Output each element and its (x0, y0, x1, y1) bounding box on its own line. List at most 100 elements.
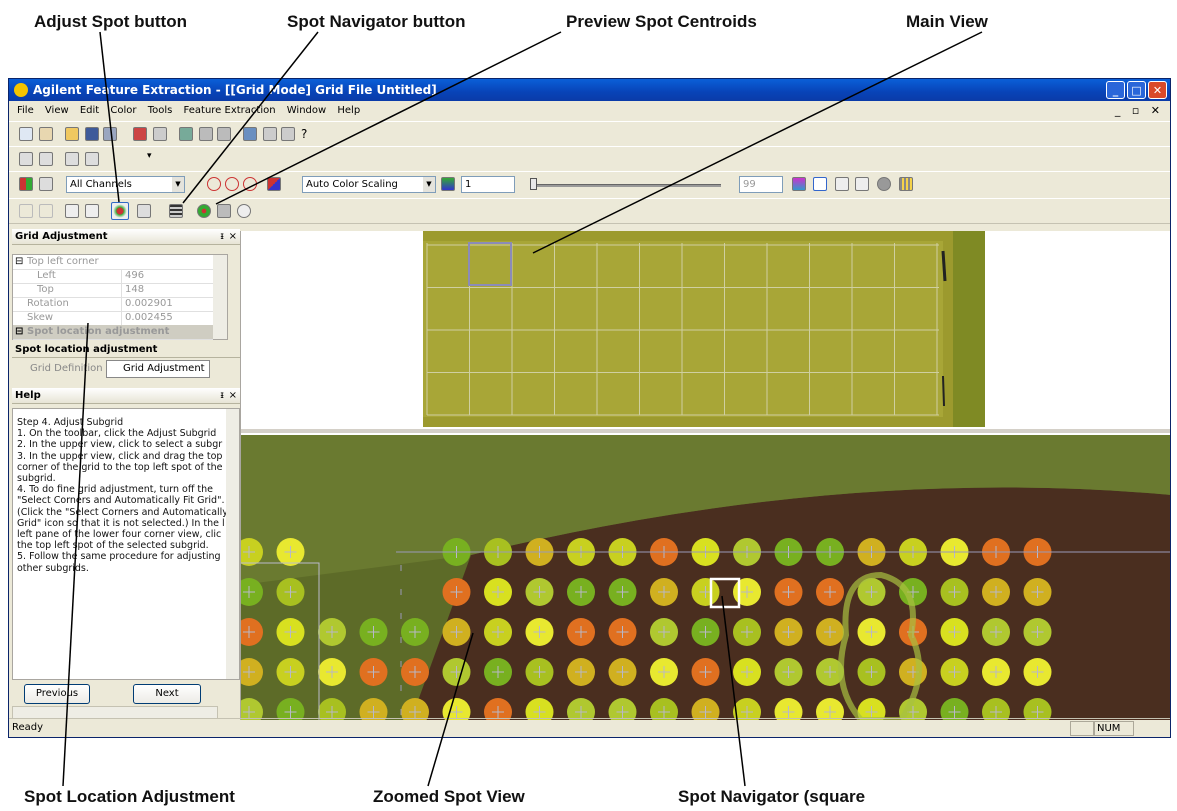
dot-icon[interactable] (877, 177, 891, 191)
callout-adjust-spot-button: Adjust Spot button (34, 12, 187, 31)
zoom-in-icon[interactable] (207, 177, 221, 191)
palette-icon[interactable] (441, 177, 455, 191)
zoom-fit-icon[interactable] (243, 177, 257, 191)
spot-navigator-button-icon[interactable] (169, 204, 183, 218)
help-icon[interactable]: ? (301, 127, 315, 141)
adjust-spot-button-icon[interactable] (111, 202, 129, 220)
extract-icon[interactable] (179, 127, 193, 141)
property-value[interactable]: 0.002901 (121, 297, 173, 311)
redo-icon[interactable] (39, 204, 53, 218)
close-panel-icon[interactable]: × (229, 229, 237, 245)
compare-icon[interactable] (243, 127, 257, 141)
tab-grid-definition[interactable]: Grid Definition (30, 360, 103, 378)
collapse-icon[interactable]: ⊟ (15, 255, 23, 269)
grid-file-icon[interactable] (133, 127, 147, 141)
scale-value: 1 (465, 179, 472, 190)
minimize-button[interactable]: _ (1106, 81, 1125, 99)
save-icon[interactable] (85, 127, 99, 141)
preview-spot-centroids-icon[interactable] (197, 204, 211, 218)
property-key: Spot location adjustment (27, 326, 170, 337)
channel-icon[interactable] (19, 177, 33, 191)
menu-feature-extraction[interactable]: Feature Extraction (184, 101, 276, 120)
pane-splitter[interactable] (241, 429, 1170, 433)
property-row[interactable]: Rotation 0.002901 (13, 297, 213, 312)
mdi-controls[interactable]: _ ▫ ✕ (1115, 101, 1164, 120)
list-icon[interactable] (281, 127, 295, 141)
next-button[interactable]: Next (133, 684, 201, 704)
max-value-field[interactable]: 99 (739, 176, 783, 193)
fiducial-mark (941, 250, 947, 282)
zoom-out-icon[interactable] (225, 177, 239, 191)
channel-copy-icon[interactable] (39, 177, 53, 191)
menu-window[interactable]: Window (287, 101, 326, 120)
channel-select[interactable]: All Channels ▼ (66, 176, 185, 193)
undo-icon[interactable] (19, 204, 33, 218)
menu-file[interactable]: File (17, 101, 34, 120)
menu-view[interactable]: View (45, 101, 69, 120)
property-key: Top (37, 284, 54, 295)
save-all-icon[interactable] (103, 127, 117, 141)
property-row[interactable]: Skew 0.002455 (13, 311, 213, 326)
property-description: Spot location adjustment (12, 342, 240, 358)
pin-icon[interactable]: ᵻ (220, 229, 224, 245)
help-line: 5. Follow the same procedure for adjusti… (17, 551, 221, 563)
property-row[interactable]: ⊟ Top left corner (13, 255, 213, 270)
toolbar-overflow-icon[interactable]: ▾ (147, 151, 152, 161)
callout-preview-spot-centroids: Preview Spot Centroids (566, 12, 757, 31)
property-grid-scrollbar[interactable] (213, 255, 227, 339)
menu-help[interactable]: Help (337, 101, 360, 120)
grid-icon[interactable] (899, 177, 913, 191)
maximize-button[interactable]: □ (1127, 81, 1146, 99)
fiducial-mark (942, 375, 945, 407)
zoomed-spot-view[interactable] (241, 435, 1170, 720)
property-value[interactable]: 496 (121, 269, 144, 283)
new-icon[interactable] (19, 127, 33, 141)
new-project-icon[interactable] (39, 127, 53, 141)
property-value[interactable]: 148 (121, 283, 144, 297)
align-icon[interactable] (835, 177, 849, 191)
find-spot-icon[interactable] (237, 204, 251, 218)
plot-icon[interactable] (813, 177, 827, 191)
adjust-subgrid-icon[interactable] (85, 204, 99, 218)
menu-color[interactable]: Color (110, 101, 136, 120)
property-row[interactable]: ⊟ Spot location adjustment (13, 325, 213, 340)
color-icon[interactable] (267, 177, 281, 191)
property-row[interactable]: Top 148 (13, 283, 213, 298)
callout-spot-location-adjustment: Spot Location Adjustment (24, 787, 235, 806)
color-map-icon[interactable] (792, 177, 806, 191)
paste-icon[interactable] (65, 152, 79, 166)
copy-icon[interactable] (39, 152, 53, 166)
stop-icon[interactable] (217, 204, 231, 218)
grid-template-icon[interactable] (153, 127, 167, 141)
grid-adjustment-title-text: Grid Adjustment (15, 231, 108, 242)
intensity-slider-thumb[interactable] (530, 178, 537, 190)
help-scrollbar[interactable] (226, 409, 239, 679)
close-panel-icon[interactable]: × (229, 388, 237, 404)
stack-icon[interactable] (855, 177, 869, 191)
help-line: 3. In the upper view, click and drag the… (17, 450, 223, 462)
help-line: corner of the grid to the top left spot … (17, 461, 223, 473)
pin-icon[interactable]: ᵻ (220, 388, 224, 404)
chart-icon[interactable] (263, 127, 277, 141)
property-value[interactable]: 0.002455 (121, 311, 173, 325)
collapse-icon[interactable]: ⊟ (15, 325, 23, 339)
cut-icon[interactable] (19, 152, 33, 166)
property-grid[interactable]: ⊟ Top left corner Left 496 Top 148 Rotation… (12, 254, 228, 340)
layers-icon[interactable] (137, 204, 151, 218)
color-scaling-select[interactable]: Auto Color Scaling ▼ (302, 176, 436, 193)
help-content: Step 4. Adjust Subgrid 1. On the toolbar… (12, 408, 240, 680)
paste-special-icon[interactable] (85, 152, 99, 166)
property-row[interactable]: Left 496 (13, 269, 213, 284)
report-2-icon[interactable] (217, 127, 231, 141)
open-folder-icon[interactable] (65, 127, 79, 141)
previous-button[interactable]: Previous (24, 684, 90, 704)
main-view[interactable] (423, 231, 985, 427)
menu-tools[interactable]: Tools (148, 101, 173, 120)
tab-grid-adjustment[interactable]: Grid Adjustment (106, 360, 210, 378)
select-corners-icon[interactable] (65, 204, 79, 218)
scale-value-field[interactable]: 1 (461, 176, 515, 193)
intensity-slider-track[interactable] (531, 184, 721, 187)
close-button[interactable]: ✕ (1148, 81, 1167, 99)
report-icon[interactable] (199, 127, 213, 141)
menu-edit[interactable]: Edit (80, 101, 99, 120)
